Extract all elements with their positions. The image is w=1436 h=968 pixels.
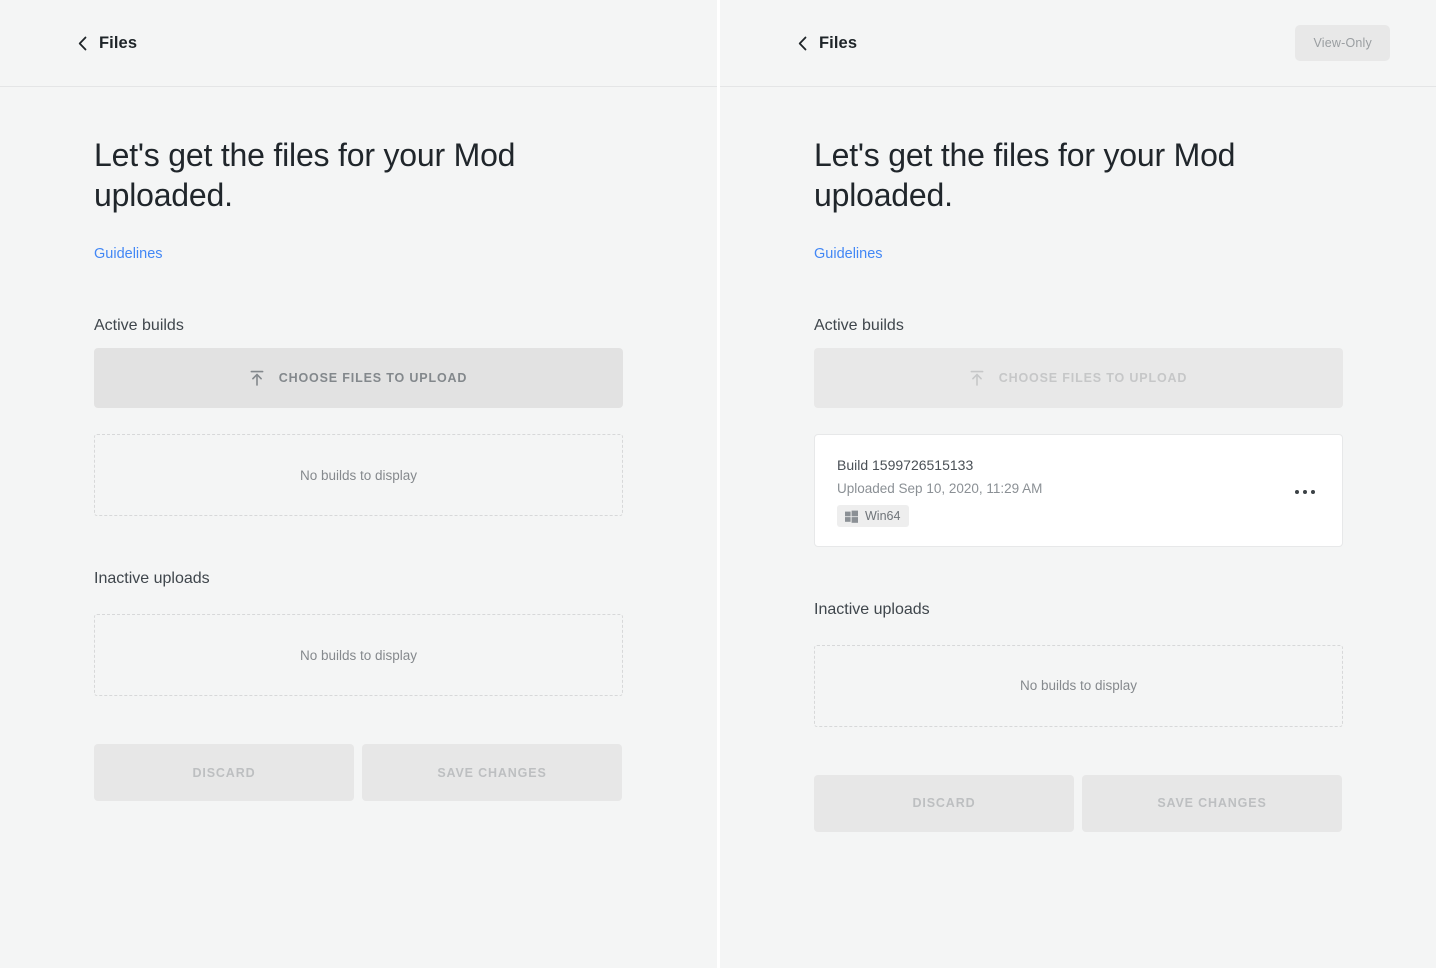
upload-button-label: CHOOSE FILES TO UPLOAD — [278, 371, 468, 385]
topbar: Files — [0, 0, 717, 87]
dot — [1303, 490, 1307, 495]
view-only-badge: View-Only — [1295, 25, 1390, 61]
save-changes-button[interactable]: SAVE CHANGES — [362, 744, 622, 801]
inactive-uploads-label: Inactive uploads — [814, 600, 930, 618]
dual-panel-screenshot: Files Let's get the files for your Mod u… — [0, 0, 1436, 968]
save-changes-button[interactable]: SAVE CHANGES — [1082, 774, 1342, 832]
choose-files-to-upload-button: CHOOSE FILES TO UPLOAD — [814, 348, 1343, 408]
discard-button[interactable]: DISCARD — [814, 774, 1074, 832]
guidelines-link[interactable]: Guidelines — [814, 246, 883, 262]
build-name: Build 1599726515133 — [837, 457, 974, 473]
active-builds-empty-state: No builds to display — [94, 434, 623, 516]
content-editable: Let's get the files for your Mod uploade… — [0, 135, 717, 801]
panel-editable: Files Let's get the files for your Mod u… — [0, 0, 717, 968]
topbar-view-only: Files View-Only — [720, 0, 1436, 87]
upload-icon — [970, 370, 984, 386]
back-link-label: Files — [819, 33, 858, 52]
build-card-body: Build 1599726515133 Uploaded Sep 10, 202… — [837, 457, 1290, 528]
upload-button-label: CHOOSE FILES TO UPLOAD — [998, 371, 1188, 385]
form-actions: DISCARD SAVE CHANGES — [94, 744, 671, 801]
inactive-uploads-empty-text: No builds to display — [299, 647, 418, 663]
more-horizontal-icon[interactable] — [1290, 481, 1320, 503]
active-builds-empty-text: No builds to display — [299, 467, 418, 483]
dot — [1311, 490, 1315, 495]
discard-button[interactable]: DISCARD — [94, 744, 354, 801]
back-to-files-link[interactable]: Files — [78, 34, 137, 53]
guidelines-link[interactable]: Guidelines — [94, 246, 163, 262]
active-builds-label: Active builds — [814, 317, 904, 334]
dot — [1295, 490, 1299, 495]
page-title: Let's get the files for your Mod uploade… — [814, 137, 1236, 213]
page-title: Let's get the files for your Mod uploade… — [94, 137, 516, 213]
windows-icon — [845, 510, 858, 523]
back-to-files-link-view-only[interactable]: Files — [798, 34, 857, 53]
chevron-left-icon — [798, 36, 807, 51]
choose-files-to-upload-button[interactable]: CHOOSE FILES TO UPLOAD — [94, 348, 623, 408]
content-view-only: Let's get the files for your Mod uploade… — [720, 135, 1436, 832]
back-link-label: Files — [99, 33, 138, 52]
active-builds-label: Active builds — [94, 317, 184, 334]
form-actions: DISCARD SAVE CHANGES — [814, 774, 1390, 832]
build-card: Build 1599726515133 Uploaded Sep 10, 202… — [814, 434, 1343, 547]
platform-chip-label: Win64 — [865, 509, 901, 523]
upload-icon — [250, 370, 264, 386]
platform-chip: Win64 — [837, 505, 910, 527]
inactive-uploads-empty-state: No builds to display — [94, 614, 623, 696]
chevron-left-icon — [78, 36, 87, 51]
inactive-uploads-empty-text: No builds to display — [1019, 678, 1138, 693]
inactive-uploads-empty-state: No builds to display — [814, 644, 1343, 727]
inactive-uploads-label: Inactive uploads — [94, 570, 210, 587]
panel-view-only: Files View-Only Let's get the files for … — [720, 0, 1436, 968]
build-uploaded-timestamp: Uploaded Sep 10, 2020, 11:29 AM — [837, 481, 1043, 496]
